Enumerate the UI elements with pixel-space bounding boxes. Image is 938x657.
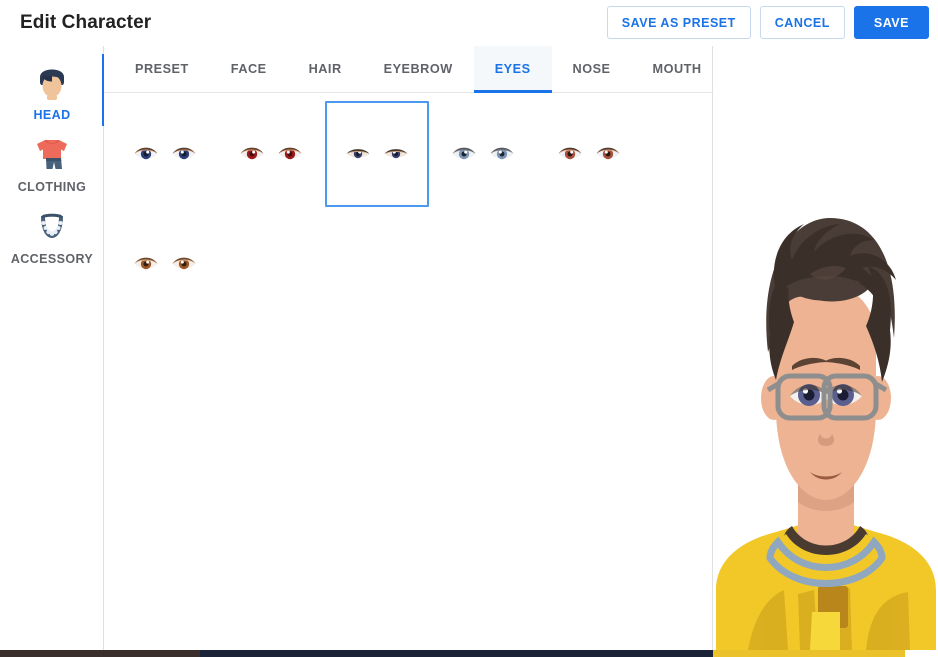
eye-pair: [133, 254, 197, 274]
eye-left: [240, 147, 264, 160]
eye-left: [134, 257, 158, 270]
eye-right: [490, 147, 514, 160]
header-actions: SAVE AS PRESET CANCEL SAVE: [606, 6, 929, 39]
eye-right: [384, 149, 408, 159]
eye-pair: [451, 144, 515, 164]
eye-right: [172, 257, 196, 270]
eye-glyph: [346, 149, 370, 159]
eye-pair: [345, 144, 409, 164]
eye-pair: [557, 144, 621, 164]
eye-glyph: [558, 147, 582, 160]
sidebar-item-head-label: HEAD: [33, 108, 71, 122]
bottom-strip-tail: [905, 650, 938, 657]
main-panel: PRESET FACE HAIR EYEBROW EYES NOSE MOUTH: [104, 46, 713, 650]
bottom-strip-dark: [200, 650, 713, 657]
header-bar: Edit Character SAVE AS PRESET CANCEL SAV…: [0, 0, 938, 46]
eye-left: [346, 149, 370, 159]
tab-eyebrow[interactable]: EYEBROW: [363, 46, 474, 92]
tab-bar: PRESET FACE HAIR EYEBROW EYES NOSE MOUTH: [104, 46, 713, 93]
edit-character-window: Edit Character SAVE AS PRESET CANCEL SAV…: [0, 0, 938, 657]
tab-nose[interactable]: NOSE: [552, 46, 632, 92]
eyes-option-navy[interactable]: [113, 101, 217, 207]
tab-hair[interactable]: HAIR: [288, 46, 363, 92]
eye-pair: [133, 144, 197, 164]
eye-glyph: [452, 147, 476, 160]
eye-left: [134, 147, 158, 160]
eye-right: [172, 147, 196, 160]
tab-face[interactable]: FACE: [210, 46, 288, 92]
tab-eyes[interactable]: EYES: [473, 46, 552, 93]
sidebar-item-accessory-label: ACCESSORY: [10, 252, 94, 266]
save-button[interactable]: SAVE: [853, 6, 929, 39]
eye-left: [558, 147, 582, 160]
sidebar: HEAD CLOTHING ACCESSORY: [0, 46, 105, 650]
eye-right: [596, 147, 620, 160]
eye-left: [452, 147, 476, 160]
eyes-option-brown[interactable]: [113, 211, 217, 317]
sidebar-item-clothing[interactable]: CLOTHING: [0, 126, 104, 198]
sidebar-item-accessory[interactable]: ACCESSORY: [0, 198, 104, 270]
eyes-option-steel-blue[interactable]: [431, 101, 535, 207]
tab-mouth[interactable]: MOUTH: [632, 46, 723, 92]
save-as-preset-button[interactable]: SAVE AS PRESET: [606, 6, 751, 39]
cancel-button[interactable]: CANCEL: [759, 6, 845, 39]
accessory-icon: [29, 204, 75, 248]
avatar-svg: [716, 218, 936, 650]
sidebar-item-head[interactable]: HEAD: [0, 54, 105, 126]
bottom-strip-yellow: [713, 650, 905, 657]
character-preview-panel: [714, 46, 938, 650]
head-icon: [29, 60, 75, 104]
bottom-edge-strip: [0, 650, 938, 657]
sidebar-item-clothing-label: CLOTHING: [17, 180, 87, 194]
eye-glyph: [134, 147, 158, 160]
eye-glyph: [240, 147, 264, 160]
eyes-option-red[interactable]: [219, 101, 323, 207]
eyes-option-rust[interactable]: [537, 101, 641, 207]
eye-glyph: [134, 257, 158, 270]
eyes-option-deep-blue[interactable]: [325, 101, 429, 207]
page-title: Edit Character: [20, 12, 152, 33]
eye-right: [278, 147, 302, 160]
tab-preset[interactable]: PRESET: [114, 46, 210, 92]
eyes-option-grid: [104, 93, 712, 319]
character-avatar: [714, 90, 938, 650]
clothing-icon: [29, 132, 75, 176]
eye-pair: [239, 144, 303, 164]
